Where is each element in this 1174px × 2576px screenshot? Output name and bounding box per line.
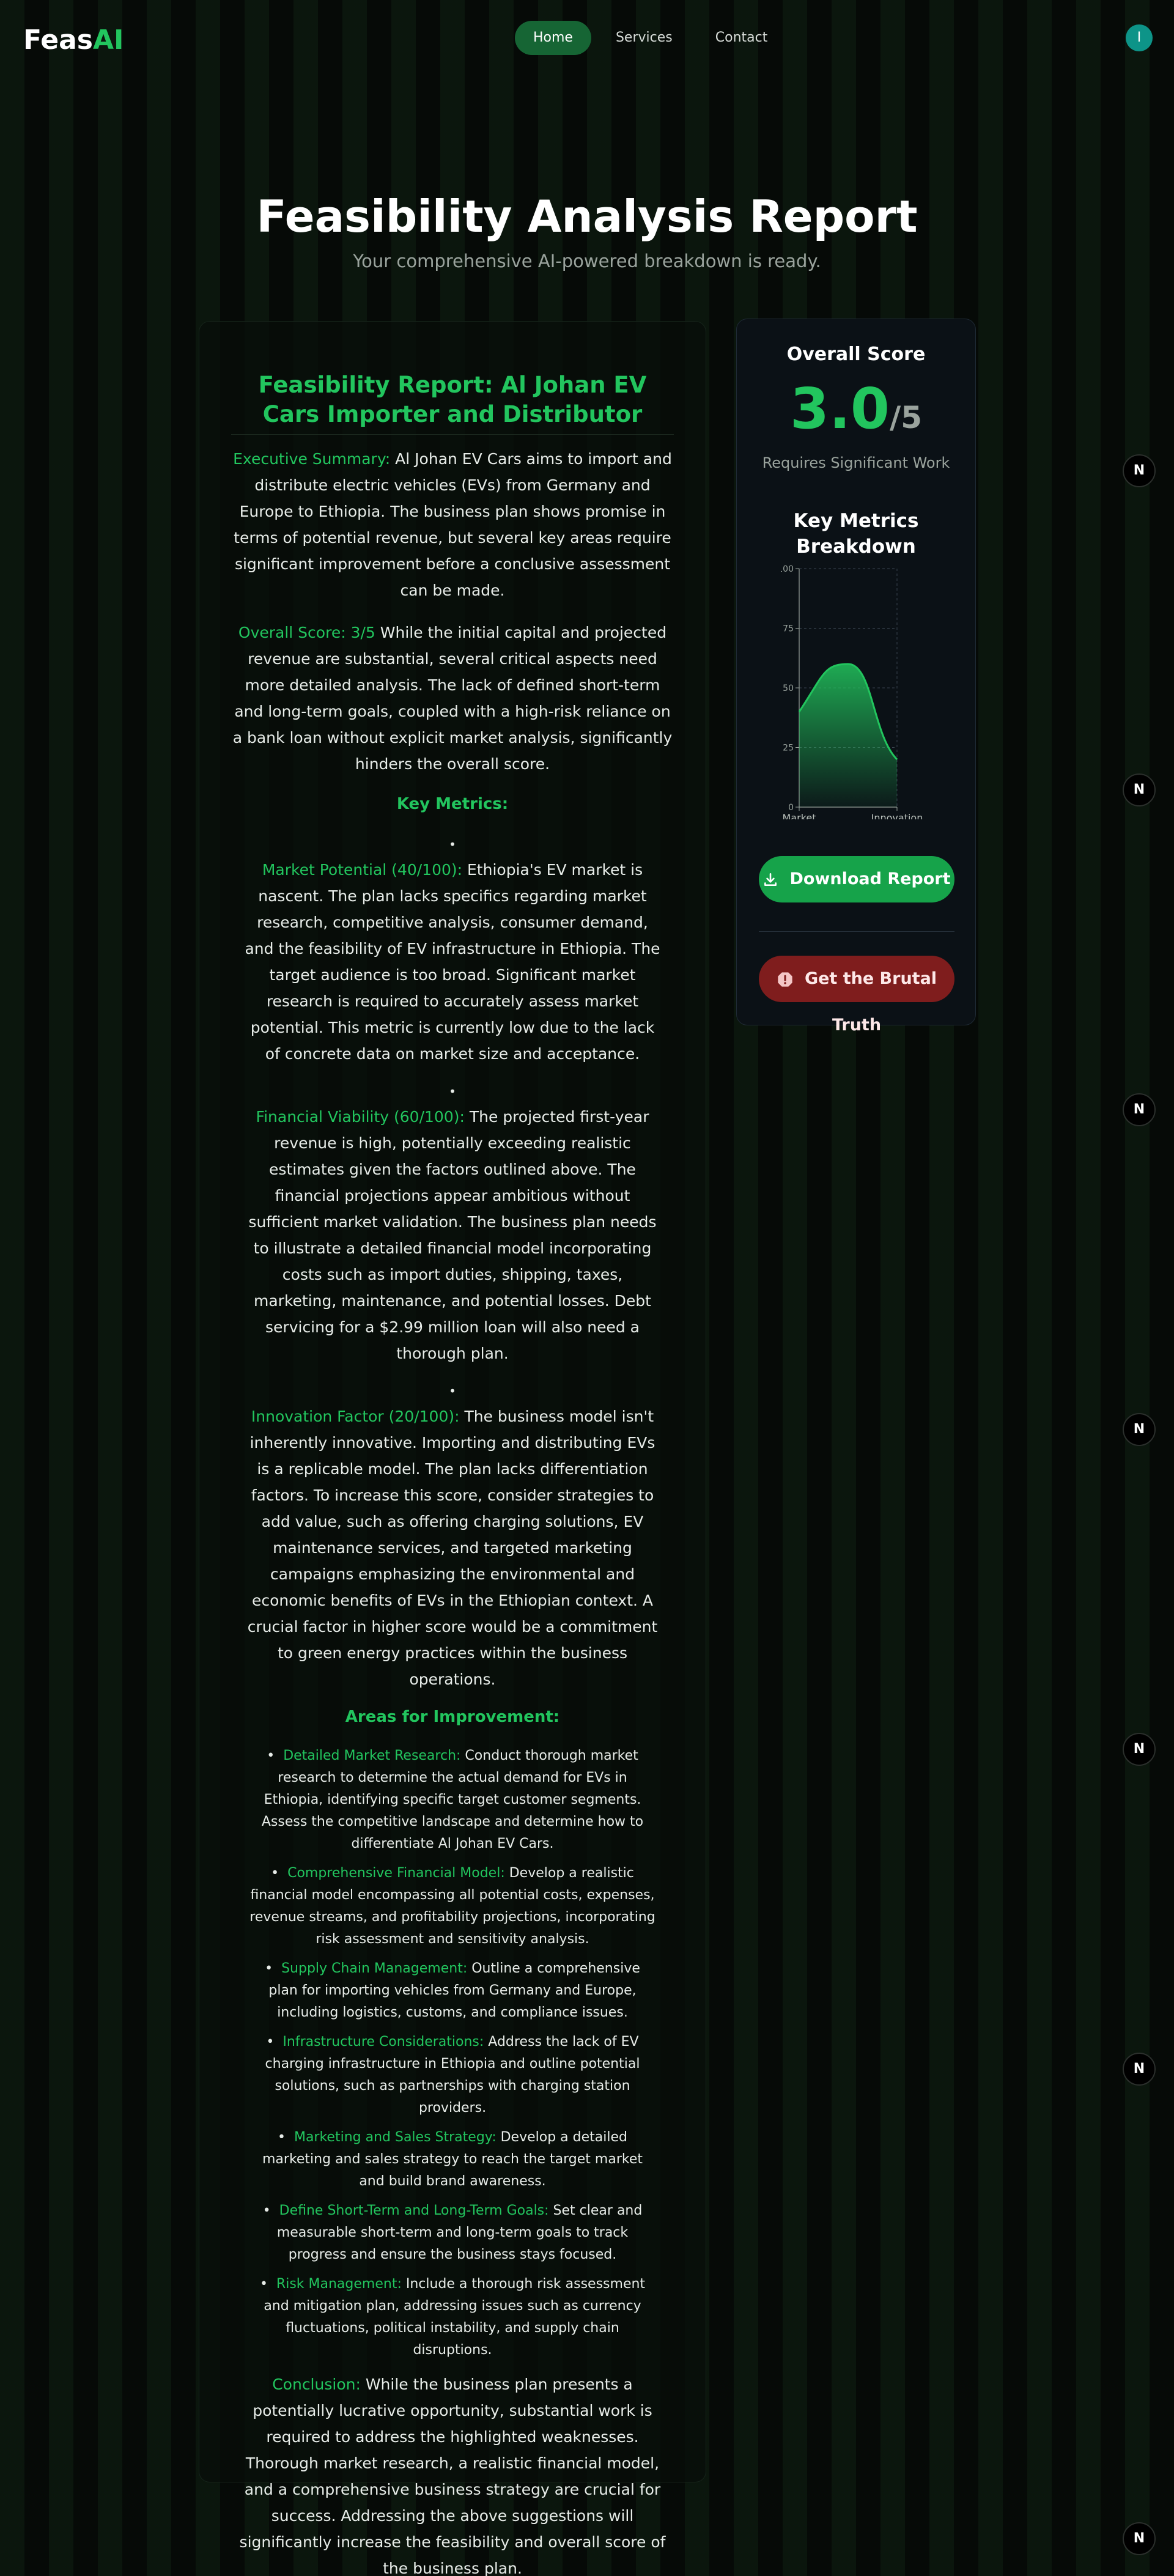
metric-text: The business model isn't inherently inno…	[247, 1408, 658, 1688]
area-label: Comprehensive Financial Model:	[287, 1866, 505, 1881]
metric-item: • Financial Viability (60/100): The proj…	[231, 1079, 674, 1367]
brutal-truth-button[interactable]: Get the Brutal Truth	[759, 956, 954, 1035]
key-metrics-breakdown-heading: Key Metrics Breakdown	[737, 508, 975, 559]
executive-summary-text: Al Johan EV Cars aims to import and dist…	[234, 450, 672, 599]
score-value: 3.0/5	[737, 378, 975, 456]
floating-n-badge[interactable]: N	[1123, 454, 1156, 487]
conclusion-text: While the business plan presents a poten…	[239, 2375, 666, 2576]
floating-n-badge[interactable]: N	[1123, 773, 1156, 806]
executive-summary-label: Executive Summary:	[233, 450, 391, 468]
page-subtitle: Your comprehensive AI-powered breakdown …	[353, 251, 821, 271]
logo-text-feas: Feas	[23, 24, 93, 56]
top-nav: FeasAI Home Services Contact I	[0, 0, 1174, 78]
metric-label: Financial Viability (60/100):	[256, 1108, 465, 1126]
page-title: Feasibility Analysis Report	[256, 191, 918, 242]
area-text: Conduct thorough market research to dete…	[261, 1748, 644, 1851]
area-label: Detailed Market Research:	[283, 1748, 461, 1763]
breakdown-heading-line1: Key Metrics	[793, 510, 919, 532]
score-heading: Overall Score	[786, 344, 926, 365]
report-card: Feasibility Report: Al Johan EV Cars Imp…	[199, 321, 706, 2576]
nav-home[interactable]: Home	[515, 21, 591, 55]
divider	[759, 931, 954, 932]
floating-n-badge[interactable]: N	[1123, 2053, 1156, 2086]
overall-score-text: While the initial capital and projected …	[232, 624, 673, 773]
area-label: Define Short-Term and Long-Term Goals:	[279, 2203, 549, 2218]
metric-text: The projected first-year revenue is high…	[248, 1108, 657, 1362]
nav-services[interactable]: Services	[597, 21, 691, 55]
download-report-label: Download Report	[789, 869, 951, 888]
score-number: 3.0	[789, 376, 890, 441]
metric-item: • Market Potential (40/100): Ethiopia's …	[231, 832, 674, 1067]
list-item: Infrastructure Considerations: Address t…	[249, 2031, 655, 2119]
metric-item: • Innovation Factor (20/100): The busine…	[231, 1379, 674, 1692]
y-tick-label: 50	[783, 684, 794, 693]
list-item: Marketing and Sales Strategy: Develop a …	[249, 2127, 655, 2193]
bullet: •	[449, 837, 456, 852]
conclusion: Conclusion: While the business plan pres…	[231, 2371, 674, 2576]
floating-n-badge[interactable]: N	[1123, 1093, 1156, 1126]
score-note: Requires Significant Work	[762, 454, 950, 471]
y-tick-label: 25	[783, 744, 794, 753]
overall-score-label: Overall Score: 3/5	[238, 624, 375, 641]
download-report-button[interactable]: Download Report	[759, 856, 954, 902]
y-tick-label: 75	[783, 624, 794, 634]
metric-text: Ethiopia's EV market is nascent. The pla…	[245, 861, 660, 1063]
score-card: Overall Score 3.0/5 Requires Significant…	[736, 319, 976, 1035]
conclusion-label: Conclusion:	[272, 2375, 361, 2393]
list-item: Comprehensive Financial Model: Develop a…	[249, 1862, 655, 1950]
floating-n-badge[interactable]: N	[1123, 1413, 1156, 1446]
bullet: •	[449, 1084, 456, 1099]
bullet: •	[449, 1384, 456, 1398]
logo[interactable]: FeasAI	[23, 24, 124, 56]
list-item: Detailed Market Research: Conduct thorou…	[249, 1745, 655, 1855]
area-label: Infrastructure Considerations:	[282, 2034, 484, 2050]
key-metrics-heading: Key Metrics:	[396, 795, 509, 813]
list-item: Risk Management: Include a thorough risk…	[249, 2273, 655, 2361]
user-avatar[interactable]: I	[1126, 24, 1153, 51]
list-item: Supply Chain Management: Outline a compr…	[249, 1958, 655, 2024]
brutal-truth-label: Get the Brutal Truth	[804, 969, 937, 1035]
floating-n-badge[interactable]: N	[1123, 2522, 1156, 2555]
y-tick-label: 0	[788, 803, 794, 813]
areas-heading: Areas for Improvement:	[345, 1708, 560, 1726]
nav-links: Home Services Contact	[515, 21, 792, 55]
metrics-area-chart: 0 25 50 75 100 Market Innovation	[781, 564, 923, 819]
x-tick-label: Market	[783, 812, 816, 819]
logo-text-ai: AI	[93, 24, 124, 56]
report-title: Feasibility Report: Al Johan EV Cars Imp…	[231, 371, 674, 435]
area-label: Risk Management:	[276, 2276, 402, 2292]
floating-n-badge[interactable]: N	[1123, 1733, 1156, 1766]
areas-list: Detailed Market Research: Conduct thorou…	[231, 1745, 674, 2361]
x-tick-label: Innovation	[871, 812, 923, 819]
area-label: Supply Chain Management:	[281, 1961, 468, 1976]
score-denominator: /5	[889, 400, 923, 435]
breakdown-heading-line2: Breakdown	[796, 536, 916, 558]
metric-label: Market Potential (40/100):	[262, 861, 463, 879]
metric-label: Innovation Factor (20/100):	[251, 1408, 460, 1425]
list-item: Define Short-Term and Long-Term Goals: S…	[249, 2200, 655, 2266]
area-label: Marketing and Sales Strategy:	[294, 2130, 497, 2145]
download-icon	[764, 873, 777, 886]
y-tick-label: 100	[781, 564, 794, 574]
overall-score-paragraph: Overall Score: 3/5 While the initial cap…	[231, 619, 674, 777]
warning-icon	[778, 972, 792, 987]
executive-summary: Executive Summary: Al Johan EV Cars aims…	[231, 446, 674, 603]
nav-contact[interactable]: Contact	[697, 21, 786, 55]
